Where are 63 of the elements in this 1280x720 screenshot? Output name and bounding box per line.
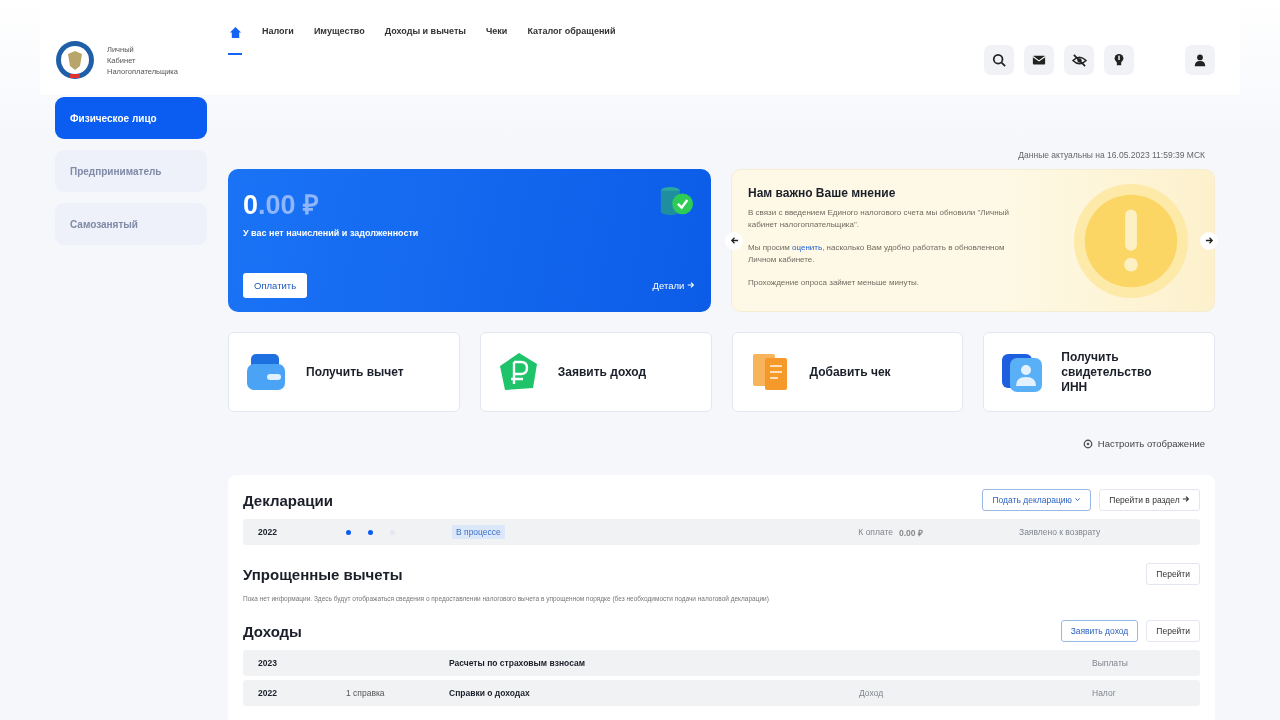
column-label: Доход [859, 688, 884, 698]
arrow-right-icon [1182, 495, 1190, 503]
survey-text: В связи с введением Единого налогового счета мы обновили "Личный кабинет налогоплательщика". [748, 207, 1010, 231]
action-card[interactable]: Заявить доход [479, 332, 712, 412]
go-to-section-button[interactable]: Перейти в раздел [1099, 489, 1200, 511]
search-button[interactable] [984, 45, 1014, 75]
survey-title: Нам важно Ваше мнение [748, 186, 897, 200]
refund-label: Заявлено к возврату [1019, 527, 1102, 537]
survey-text: Прохождение опроса займет меньше минуты. [748, 277, 920, 289]
pay-button[interactable]: Оплатить [243, 273, 308, 298]
section-title: Доходы [243, 622, 302, 640]
customize-display-link[interactable]: Настроить отображение [1082, 438, 1205, 449]
income-name-cell-text: Справки о доходах [449, 688, 531, 698]
lightbulb-button[interactable] [1104, 45, 1134, 75]
submit-declaration-dropdown[interactable]: Подать декларацию [982, 489, 1092, 511]
arrow-right-icon [1204, 236, 1214, 245]
column-label: Налог [1092, 688, 1116, 698]
lightbulb-icon [1112, 53, 1126, 67]
arrow-right-icon [687, 281, 695, 289]
column-label: Выплаты [1092, 658, 1128, 668]
income-name-cell-text: Расчеты по страховым взносам [449, 658, 586, 668]
sidebar-item[interactable]: Физическое лицо [55, 97, 207, 139]
previous-arrow-button[interactable] [725, 232, 743, 250]
section-title: Упрощенные вычеты [243, 565, 403, 583]
go-to-section-button[interactable]: Перейти [1146, 620, 1200, 642]
exclamation-icon [1072, 181, 1190, 300]
arrow-left-icon [729, 236, 739, 245]
settings-icon [1082, 438, 1093, 449]
crossed-eye-icon [1071, 52, 1087, 68]
year-cell-text: 2022 [258, 688, 278, 698]
status-badge: В процессе [452, 525, 505, 539]
survey-text: Мы просим оценить, насколько Вам удобно работать в обновленном Личном кабинете. [748, 242, 1006, 266]
section-title: Декларации [243, 491, 333, 509]
action-card[interactable]: Добавить чек [731, 332, 964, 412]
nav-tab[interactable]: Каталог обращений [527, 26, 616, 54]
to-pay-label: К оплате [858, 527, 893, 537]
data-date: Данные актуальны на 16.05.2023 11:59:39 МСК [1017, 149, 1206, 162]
hidden-eye-button[interactable] [1064, 45, 1094, 75]
year-cell-text: 2022 [258, 527, 278, 537]
user-icon [1193, 53, 1207, 67]
mail-button[interactable] [1024, 45, 1054, 75]
envelope-icon [1032, 53, 1046, 67]
nav-tab[interactable]: Имущество [313, 26, 365, 54]
nav-tab[interactable]: Доходы и вычеты [384, 26, 467, 54]
home-tab[interactable] [228, 26, 242, 55]
declare-income-button[interactable]: Заявить доход [1060, 620, 1139, 642]
action-card[interactable]: Получить свидетельство ИНН [983, 332, 1215, 412]
count-cell: 1 справка [346, 688, 385, 698]
profile-button[interactable] [1185, 45, 1215, 75]
nav-tab[interactable]: Налоги [262, 26, 294, 54]
balance-caption: У вас нет начислений и задолженности [243, 228, 419, 238]
chevron-down-icon [1074, 496, 1082, 503]
next-arrow-button[interactable] [1200, 232, 1218, 250]
go-to-section-button[interactable]: Перейти [1146, 563, 1200, 585]
home-icon [228, 26, 242, 39]
action-card[interactable]: Получить вычет [228, 332, 460, 412]
nav-tab[interactable]: Чеки [486, 26, 508, 54]
year-cell-text: 2023 [258, 658, 278, 668]
search-icon [992, 53, 1006, 67]
balance-amount: 0.00 ₽ [243, 189, 321, 222]
to-pay-amount: 0.00 ₽ [899, 526, 924, 538]
emblem-icon [55, 40, 95, 80]
details-link[interactable]: Детали [652, 280, 695, 291]
